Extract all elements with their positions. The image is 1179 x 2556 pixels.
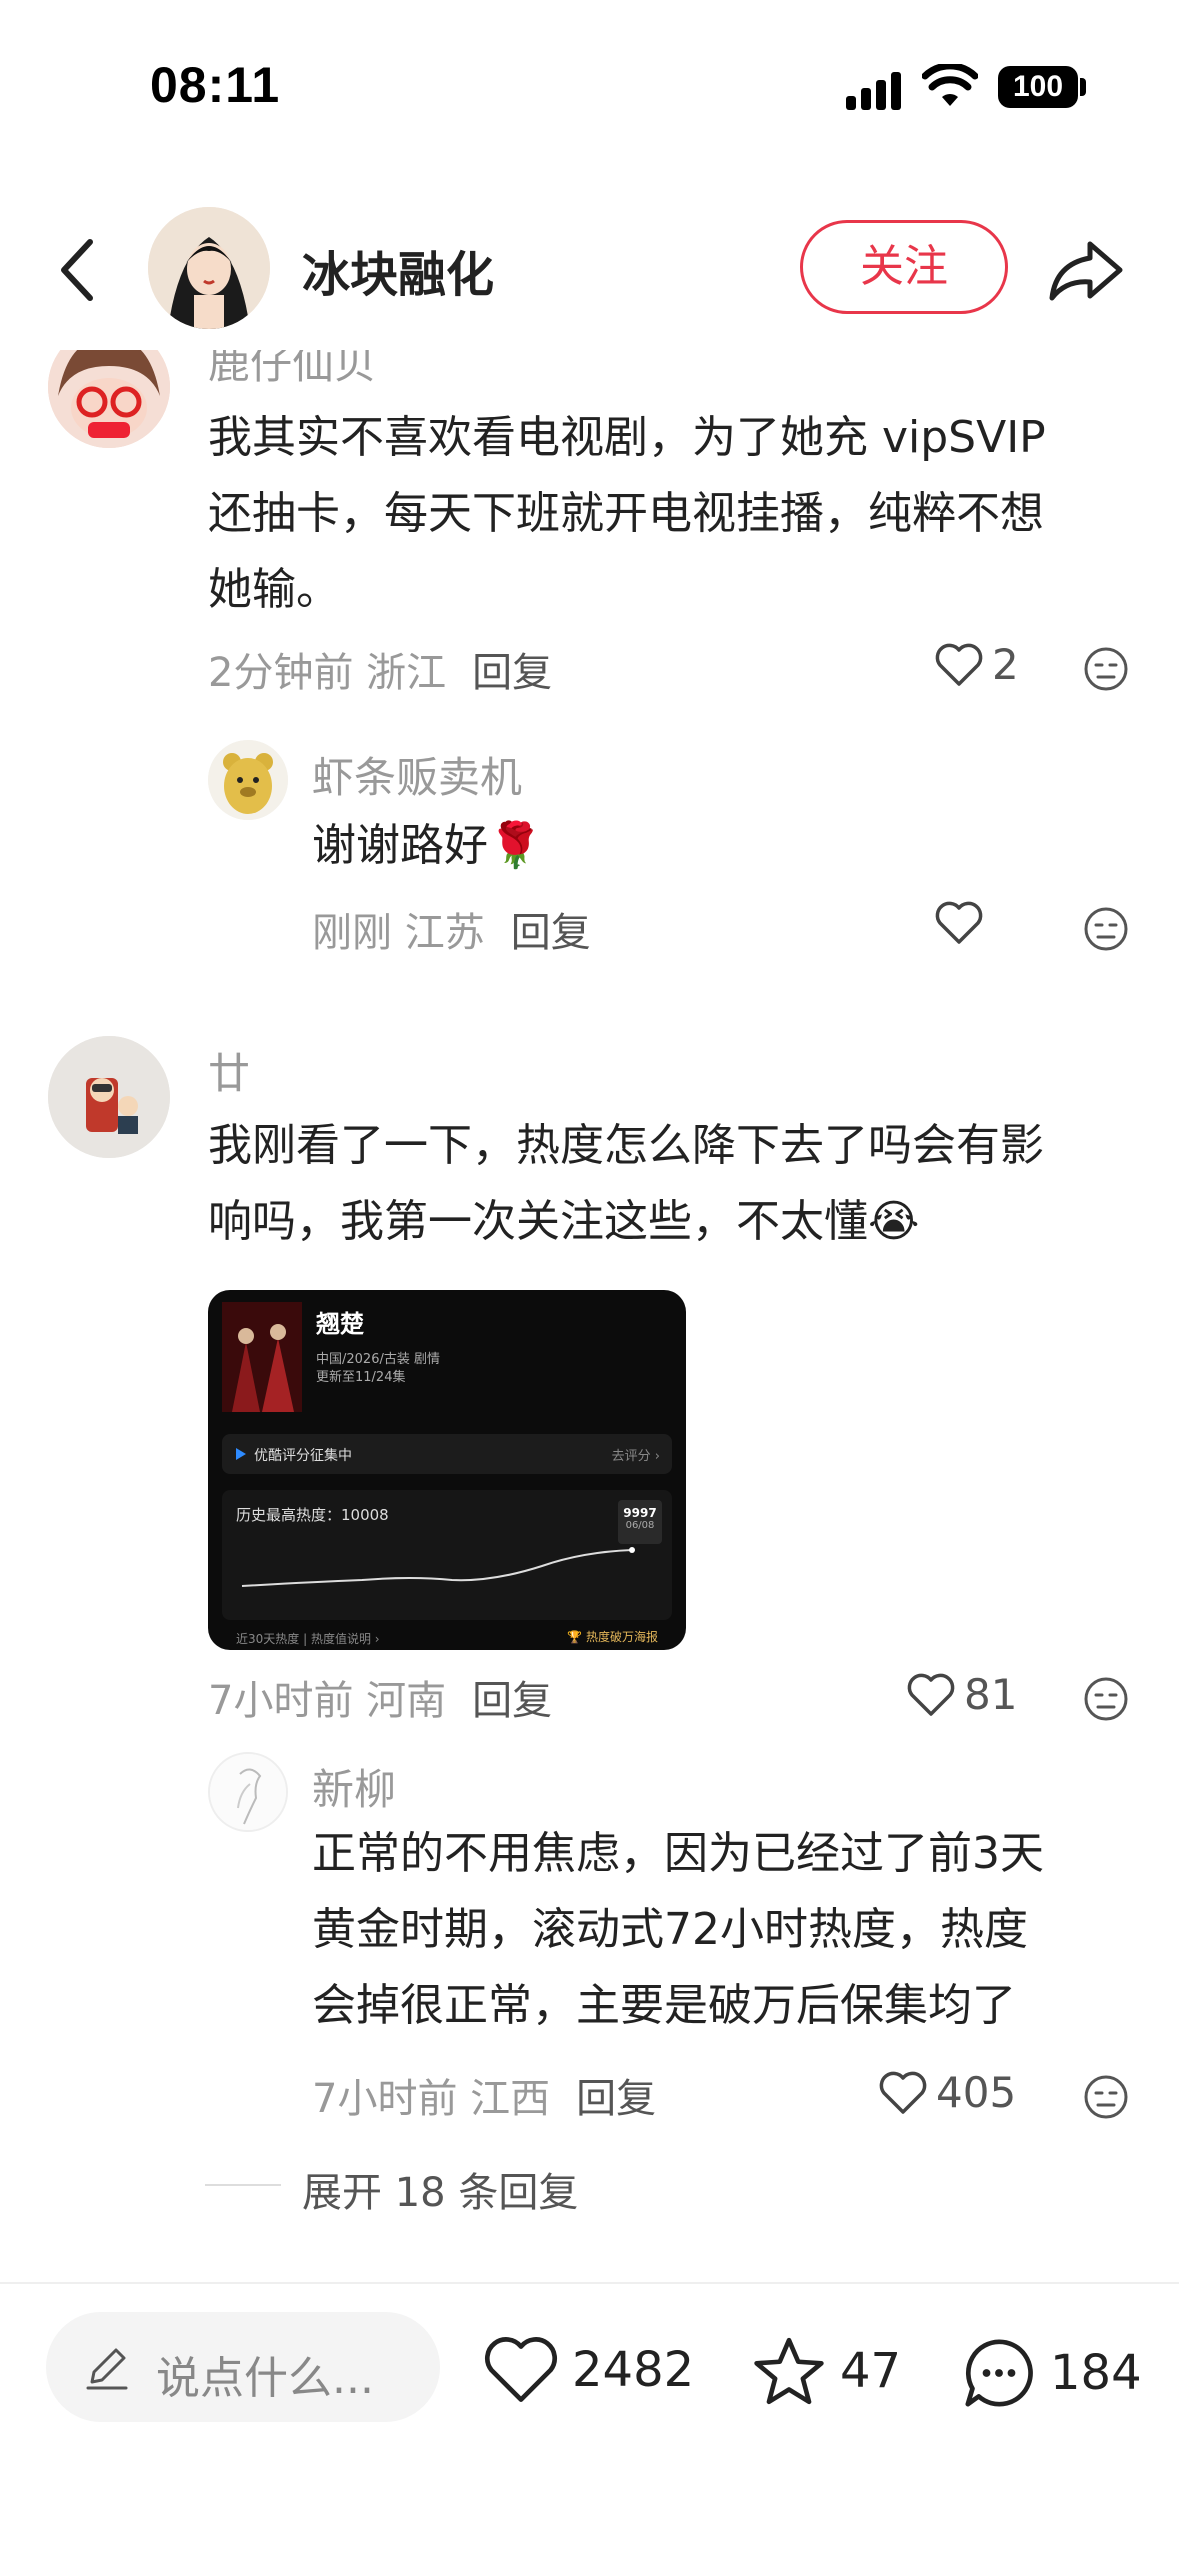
comment-text-line: 我刚看了一下，热度怎么降下去了吗会有影 [208,1120,1044,1171]
show-title: 翘楚 [316,1310,364,1338]
comment-text: 我其实不喜欢看电视剧，为了她充 vipSVIP 还抽卡，每天下班就开电视挂播，纯… [208,400,1046,628]
comment-bubble-icon [965,2339,1033,2407]
reply-button[interactable]: 回复 [511,910,591,956]
dislike-icon[interactable] [1083,906,1129,952]
star-icon [754,2337,824,2405]
show-subtitle: 中国/2026/古装 剧情 [316,1352,440,1367]
back-icon[interactable] [50,230,110,310]
avatar-illustration [210,1754,286,1830]
comment-input[interactable]: 说点什么... [46,2312,440,2422]
post-header: 冰块融化 关注 [0,190,1179,340]
heat-panel: 历史最高热度：10008 9997 06/08 [222,1490,672,1620]
comment-text-line: 响吗，我第一次关注这些，不太懂😭 [208,1196,920,1247]
status-time: 08:11 [150,57,281,113]
comment-time-location: 2分钟前 浙江 [208,650,447,696]
status-bar: 08:11 100 [0,0,1179,170]
comment-time-location: 7小时前 河南 [208,1678,447,1724]
trophy-icon: 🏆 [567,1630,583,1644]
comment-like-button[interactable]: 81 [906,1670,1017,1719]
avatar-illustration [48,350,170,448]
avatar-illustration [208,740,288,820]
wifi-icon [922,64,978,106]
reply-like-button[interactable]: 405 [878,2068,1016,2117]
reply-time-location: 7小时前 江西 [312,2076,551,2122]
heart-icon [879,2071,927,2114]
dislike-icon[interactable] [1083,2074,1129,2120]
comment-like-button[interactable]: 2 [934,640,1019,689]
post-comment-count: 184 [1050,2345,1142,2401]
reply-button[interactable]: 回复 [576,2076,656,2122]
reply-text: 正常的不用焦虑，因为已经过了前3天 黄金时期，滚动式72小时热度，热度 会掉很正… [312,1816,1044,2044]
author-name[interactable]: 冰块融化 [302,235,494,305]
heat-footer-left: 近30天热度 | 热度值说明 › [236,1632,380,1646]
avatar[interactable] [208,1752,288,1832]
avatar-illustration [48,1036,170,1158]
author-avatar[interactable] [148,207,270,329]
reply-meta: 刚刚 江苏 回复 [312,900,591,958]
bottom-action-bar: 说点什么... 2482 47 184 [0,2282,1179,2556]
reply-button[interactable]: 回复 [472,650,552,696]
show-episodes: 更新至11/24集 [316,1370,406,1385]
reply-username[interactable]: 新柳 [312,1756,396,1817]
avatar-illustration [148,207,270,329]
heat-poster-label: 热度破万海报 [585,1630,658,1644]
avatar[interactable] [48,1036,170,1158]
battery-tip [1080,78,1086,96]
post-collect-count: 47 [840,2343,902,2399]
comment-list: 鹿仔仙贝 我其实不喜欢看电视剧，为了她充 vipSVIP 还抽卡，每天下班就开电… [0,350,1179,2280]
reply-meta: 7小时前 江西 回复 [312,2066,656,2124]
post-comment-button[interactable]: 184 [960,2334,1142,2412]
comment-like-count: 2 [992,640,1019,689]
avatar[interactable] [208,740,288,820]
cellular-signal-icon [846,70,906,110]
reply-like-button[interactable] [934,900,992,946]
poster-thumbnail [222,1302,302,1412]
rating-row: 优酷评分征集中 去评分 › [222,1434,672,1474]
divider [205,2184,281,2186]
reply-text-line: 黄金时期，滚动式72小时热度，热度 [312,1904,1028,1955]
heart-icon [935,901,983,944]
reply-text-line: 正常的不用焦虑，因为已经过了前3天 [312,1828,1044,1879]
post-like-count: 2482 [572,2342,695,2398]
reply-username[interactable]: 虾条贩卖机 [312,744,522,805]
pencil-icon [86,2348,128,2390]
comment-text-line: 我其实不喜欢看电视剧，为了她充 vipSVIP [208,412,1046,463]
comment-meta: 7小时前 河南 回复 [208,1668,552,1726]
comment-image[interactable]: 翘楚 中国/2026/古装 剧情 更新至11/24集 优酷评分征集中 去评分 ›… [208,1290,686,1650]
rating-action: 去评分 › [611,1449,660,1464]
battery-indicator: 100 [998,66,1078,108]
comment-meta: 2分钟前 浙江 回复 [208,640,552,698]
reply-like-count: 405 [936,2068,1017,2117]
comment-text: 我刚看了一下，热度怎么降下去了吗会有影 响吗，我第一次关注这些，不太懂😭 [208,1108,1044,1260]
expand-replies-button[interactable]: 展开 18 条回复 [302,2160,578,2218]
follow-button[interactable]: 关注 [800,220,1008,314]
dislike-icon[interactable] [1083,646,1129,692]
comment-text-line: 她输。 [208,564,340,615]
post-collect-button[interactable]: 47 [750,2334,901,2408]
heart-icon [907,1673,955,1716]
post-like-button[interactable]: 2482 [482,2334,694,2406]
poster-illustration [222,1302,302,1412]
heart-icon [935,643,983,686]
comment-like-count: 81 [964,1670,1018,1719]
dislike-icon[interactable] [1083,1676,1129,1722]
avatar[interactable] [48,350,170,448]
share-icon[interactable] [1046,234,1126,304]
comment-username[interactable]: 鹿仔仙贝 [208,350,376,391]
comment-input-placeholder: 说点什么... [156,2353,374,2404]
reply-button[interactable]: 回复 [472,1678,552,1724]
comment-username[interactable]: 廿 [208,1040,250,1101]
reply-time-location: 刚刚 江苏 [312,910,485,956]
play-icon [236,1448,246,1460]
heat-footer-right: 🏆 热度破万海报 [567,1628,658,1645]
heat-trend-line [241,1547,635,1587]
comment-text-line: 还抽卡，每天下班就开电视挂播，纯粹不想 [208,488,1044,539]
reply-text-line: 会掉很正常，主要是破万后保集均了 [312,1980,1016,2031]
heart-icon [485,2337,557,2402]
reply-text: 谢谢路好🌹 [312,820,543,871]
rating-label: 优酷评分征集中 [254,1448,352,1464]
